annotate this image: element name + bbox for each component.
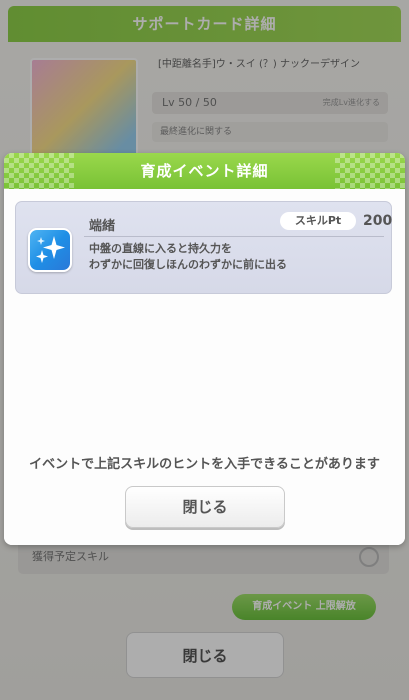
header-pattern-left: [4, 153, 74, 189]
dialog-title: 育成イベント詳細: [140, 162, 269, 180]
training-event-dialog: 育成イベント詳細 端緒 スキルPt 200 中盤の直線に入ると持久力を わずかに…: [4, 153, 405, 545]
header-pattern-right: [335, 153, 405, 189]
dialog-body: 端緒 スキルPt 200 中盤の直線に入ると持久力を わずかに回復しほんのわずか…: [4, 189, 405, 545]
skill-name: 端緒: [89, 219, 116, 234]
skill-hint-card: 端緒 スキルPt 200 中盤の直線に入ると持久力を わずかに回復しほんのわずか…: [15, 201, 392, 294]
skill-description-line-1: 中盤の直線に入ると持久力を: [89, 242, 232, 255]
skill-divider: [84, 236, 384, 237]
skill-description-line-2: わずかに回復しほんのわずかに前に出る: [89, 258, 287, 271]
skill-pt-badge: スキルPt: [280, 212, 356, 230]
hint-notice: イベントで上記スキルのヒントを入手できることがあります: [29, 457, 380, 472]
sparkle-skill-icon: [28, 228, 72, 272]
skill-pt-value: 200: [363, 213, 393, 229]
skill-description: 中盤の直線に入ると持久力を わずかに回復しほんのわずかに前に出る: [89, 241, 385, 273]
close-button[interactable]: 閉じる: [125, 486, 285, 528]
dialog-header: 育成イベント詳細: [4, 153, 405, 189]
